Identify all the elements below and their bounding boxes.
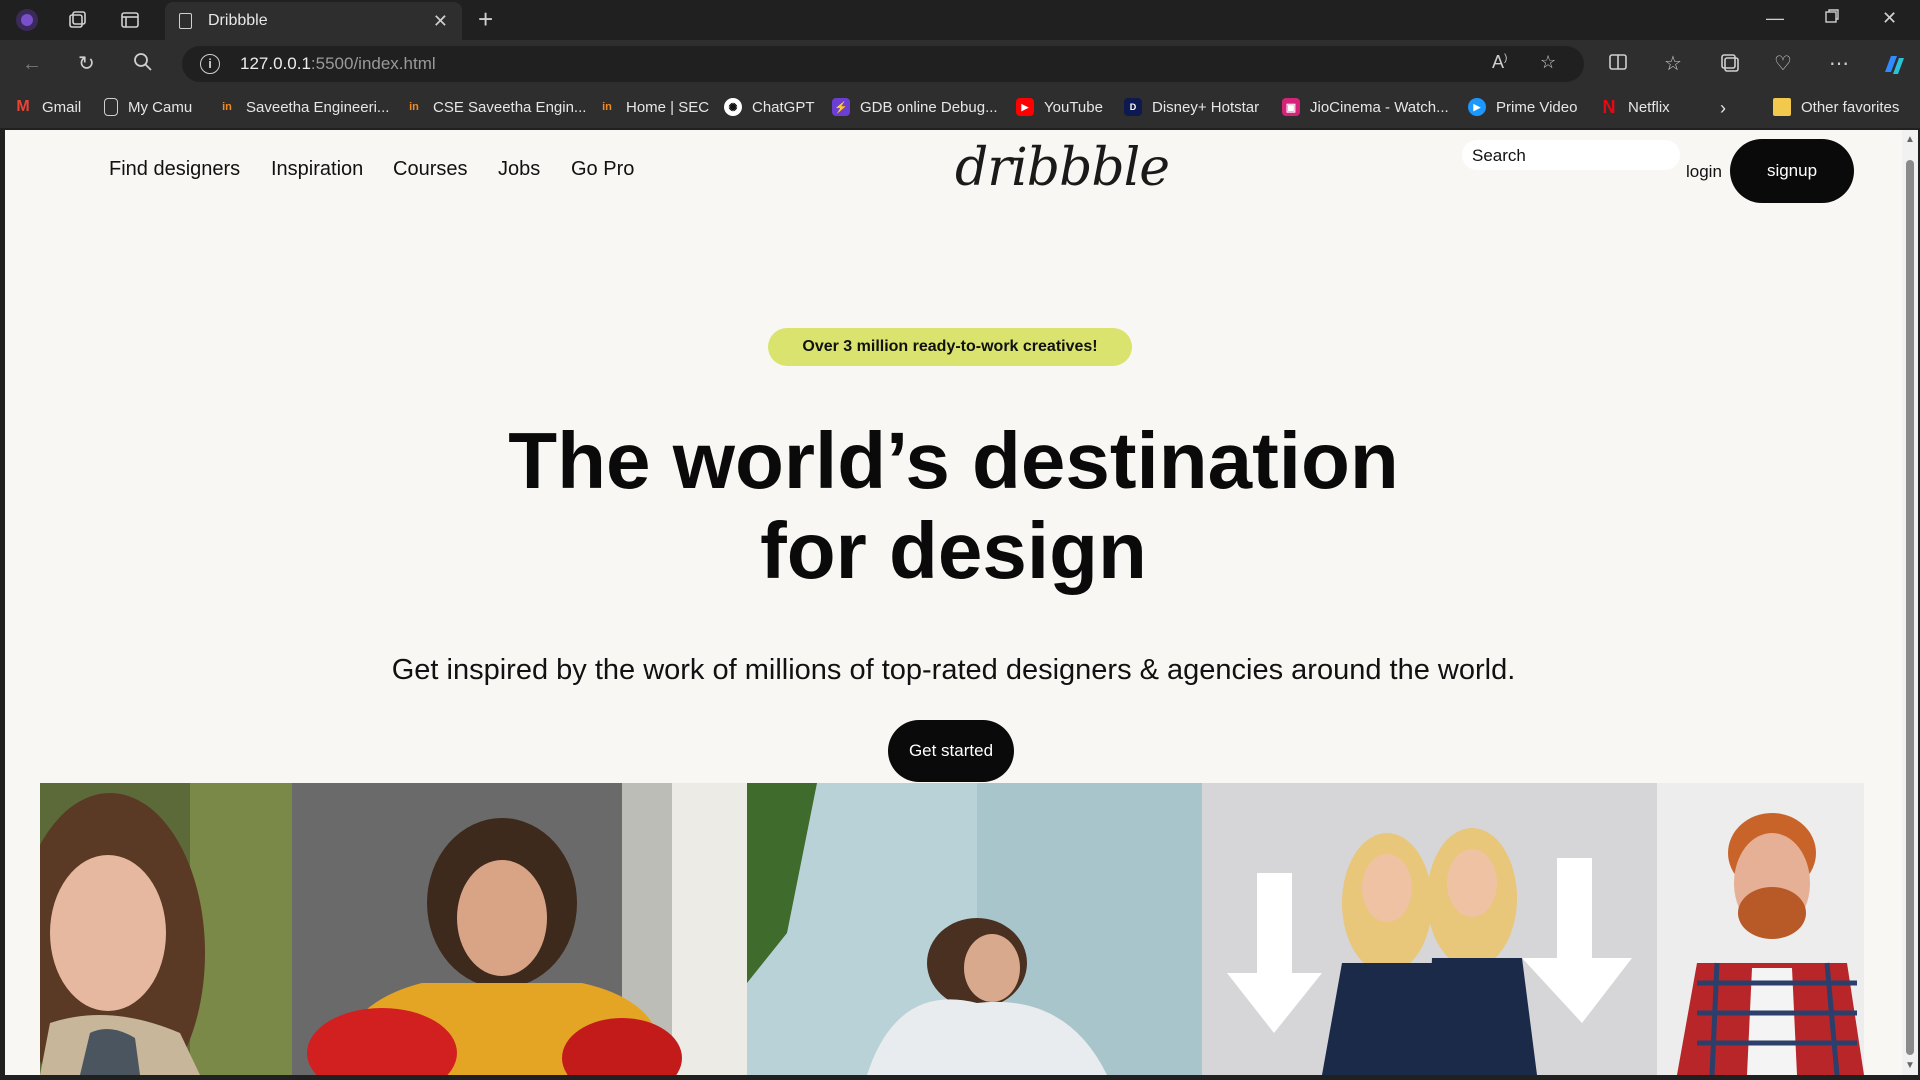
nav-inspiration[interactable]: Inspiration bbox=[271, 158, 363, 181]
gdb-icon: ⚡ bbox=[832, 98, 850, 116]
photo-twins-with-arrows bbox=[1202, 783, 1657, 1075]
scroll-up-icon[interactable]: ▲ bbox=[1905, 134, 1915, 145]
address-bar[interactable]: i 127.0.0.1:5500/index.html A) ☆ bbox=[182, 46, 1584, 82]
bookmark-saveetha[interactable]: in Saveetha Engineeri... bbox=[218, 98, 389, 116]
bookmark-prime-video[interactable]: ▶ Prime Video bbox=[1468, 98, 1577, 116]
tab-actions-icon[interactable] bbox=[117, 7, 143, 33]
hero-subtitle: Get inspired by the work of millions of … bbox=[391, 654, 1516, 686]
back-icon[interactable]: ← bbox=[22, 52, 42, 76]
collections-icon[interactable] bbox=[1719, 52, 1741, 80]
search-input[interactable]: Search bbox=[1462, 140, 1680, 170]
scrollbar-thumb[interactable] bbox=[1906, 160, 1914, 1055]
profile-avatar-icon[interactable] bbox=[14, 7, 40, 33]
signup-button[interactable]: signup bbox=[1730, 139, 1854, 203]
refresh-icon[interactable]: ↻ bbox=[78, 52, 95, 76]
bookmark-hotstar[interactable]: D Disney+ Hotstar bbox=[1124, 98, 1259, 116]
browser-essentials-icon[interactable]: ♡ bbox=[1774, 52, 1792, 76]
close-window-icon[interactable]: ✕ bbox=[1882, 8, 1897, 29]
nav-go-pro[interactable]: Go Pro bbox=[571, 158, 634, 181]
chatgpt-icon: ✺ bbox=[724, 98, 742, 116]
document-icon bbox=[104, 98, 118, 116]
jiocinema-icon: ▣ bbox=[1282, 98, 1300, 116]
page-scrollbar[interactable]: ▲ ▼ bbox=[1902, 130, 1918, 1075]
saveetha-icon: in bbox=[409, 101, 419, 113]
hotstar-icon: D bbox=[1124, 98, 1142, 116]
saveetha-icon: in bbox=[602, 101, 612, 113]
bookmarks-bar: M Gmail My Camu in Saveetha Engineeri... i… bbox=[0, 88, 1920, 128]
split-screen-icon[interactable] bbox=[1608, 52, 1628, 78]
photo-woman-yellow-shirt bbox=[292, 783, 747, 1075]
url-text[interactable]: 127.0.0.1:5500/index.html bbox=[240, 54, 436, 74]
prime-video-icon: ▶ bbox=[1468, 98, 1486, 116]
bookmark-chatgpt[interactable]: ✺ ChatGPT bbox=[724, 98, 815, 116]
page-viewport: Find designers Inspiration Courses Jobs … bbox=[5, 130, 1902, 1075]
bookmark-cse-saveetha[interactable]: in CSE Saveetha Engin... bbox=[405, 98, 586, 116]
gmail-icon: M bbox=[16, 98, 30, 115]
page-document-icon bbox=[179, 13, 192, 29]
netflix-icon: N bbox=[1602, 96, 1616, 117]
folder-icon bbox=[1773, 98, 1791, 116]
search-icon[interactable] bbox=[133, 52, 153, 78]
site-info-icon[interactable]: i bbox=[200, 54, 220, 74]
workspaces-icon[interactable] bbox=[64, 7, 90, 33]
more-options-icon[interactable]: ⋯ bbox=[1829, 52, 1849, 76]
hero-photo-gallery bbox=[40, 783, 1864, 1075]
photo-man-plaid-shirt bbox=[1657, 783, 1864, 1075]
minimize-icon[interactable]: — bbox=[1766, 8, 1784, 29]
bookmark-my-camu[interactable]: My Camu bbox=[104, 98, 192, 116]
scroll-down-icon[interactable]: ▼ bbox=[1905, 1060, 1915, 1071]
photo-woman-portrait bbox=[40, 783, 292, 1075]
more-bookmarks-chevron-icon[interactable]: › bbox=[1720, 98, 1726, 119]
bookmark-netflix[interactable]: N Netflix bbox=[1600, 96, 1670, 117]
headline-line-1: The world’s destination bbox=[508, 416, 1399, 505]
bookmark-jiocinema[interactable]: ▣ JioCinema - Watch... bbox=[1282, 98, 1449, 116]
photo-woman-relaxing bbox=[747, 783, 1202, 1075]
headline-line-2: for design bbox=[760, 506, 1147, 595]
browser-toolbar: ← ↻ i 127.0.0.1:5500/index.html A) ☆ ☆ ♡… bbox=[0, 40, 1920, 88]
dribbble-logo[interactable]: dribbble bbox=[955, 138, 1170, 198]
bookmark-youtube[interactable]: ▶ YouTube bbox=[1016, 98, 1103, 116]
get-started-button[interactable]: Get started bbox=[888, 720, 1014, 782]
nav-find-designers[interactable]: Find designers bbox=[109, 158, 240, 181]
promo-pill: Over 3 million ready-to-work creatives! bbox=[768, 328, 1132, 366]
nav-courses[interactable]: Courses bbox=[393, 158, 467, 181]
favorites-icon[interactable]: ☆ bbox=[1664, 52, 1682, 76]
login-link[interactable]: login bbox=[1686, 162, 1722, 182]
restore-icon[interactable] bbox=[1824, 8, 1840, 29]
saveetha-icon: in bbox=[222, 101, 232, 113]
bookmark-home-sec[interactable]: in Home | SEC bbox=[598, 98, 709, 116]
hero-headline: The world’s destination for design bbox=[5, 416, 1902, 596]
favorite-star-icon[interactable]: ☆ bbox=[1540, 52, 1556, 73]
bookmark-other-favorites[interactable]: Other favorites bbox=[1773, 98, 1899, 116]
browser-titlebar: Dribbble ✕ + — ✕ bbox=[0, 0, 1920, 40]
copilot-icon[interactable] bbox=[1880, 52, 1906, 84]
tab-title: Dribbble bbox=[208, 12, 268, 29]
nav-jobs[interactable]: Jobs bbox=[498, 158, 540, 181]
read-aloud-icon[interactable]: A) bbox=[1492, 52, 1507, 73]
bookmark-gmail[interactable]: M Gmail bbox=[14, 98, 81, 116]
tab-dribbble[interactable]: Dribbble ✕ bbox=[165, 2, 462, 40]
new-tab-icon[interactable]: + bbox=[478, 6, 493, 32]
close-tab-icon[interactable]: ✕ bbox=[433, 11, 448, 32]
youtube-icon: ▶ bbox=[1016, 98, 1034, 116]
bookmark-gdb[interactable]: ⚡ GDB online Debug... bbox=[832, 98, 998, 116]
